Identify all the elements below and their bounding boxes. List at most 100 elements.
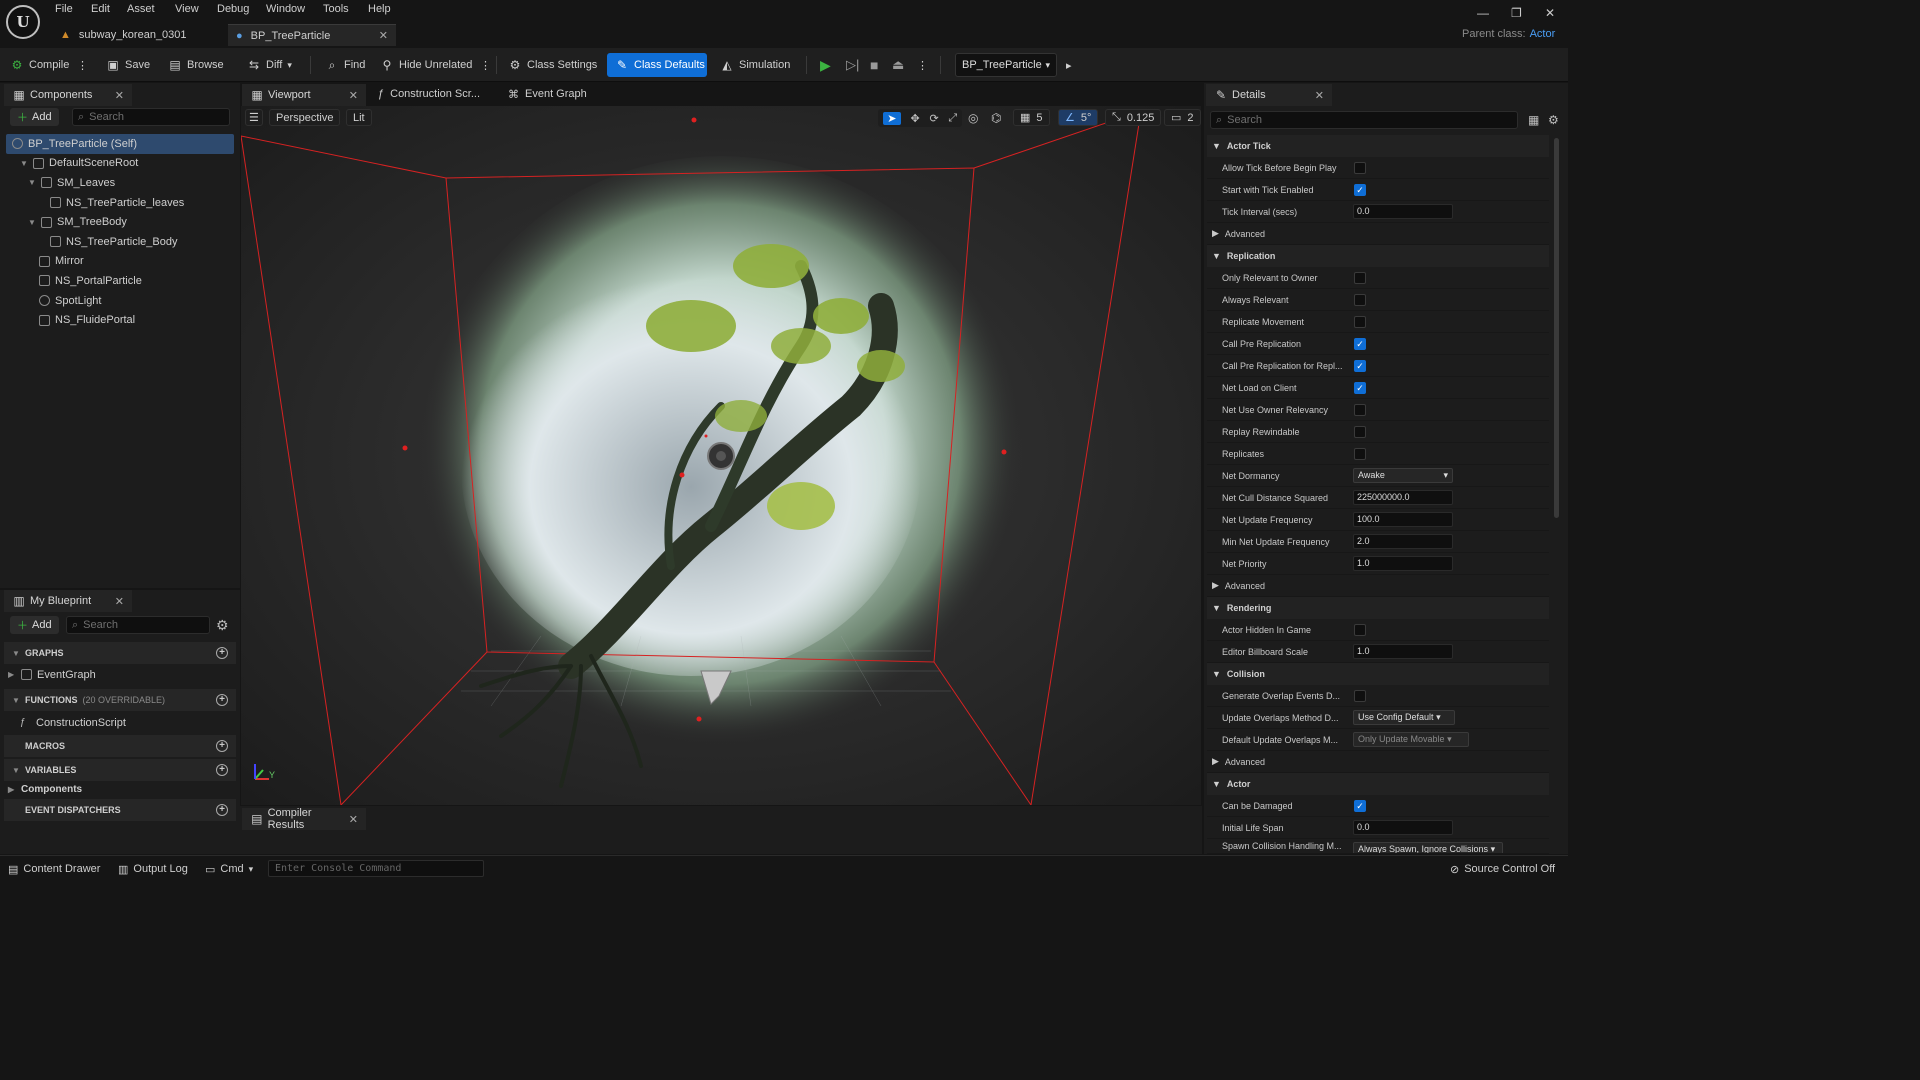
tab-viewport[interactable]: ▦ Viewport ✕ xyxy=(242,84,366,106)
table-view-icon[interactable]: ▦ xyxy=(1528,113,1539,127)
min-net-input[interactable]: 2.0 xyxy=(1353,534,1453,549)
tab-construction-script[interactable]: ƒ Construction Scr... xyxy=(378,88,480,100)
simulation-button[interactable]: ◭ Simulation xyxy=(720,56,790,74)
call-pre-repl-checkbox[interactable]: ✓ xyxy=(1354,359,1366,372)
tree-item-spotlight[interactable]: SpotLight xyxy=(6,291,234,311)
console-input[interactable]: Enter Console Command xyxy=(268,860,484,877)
close-icon[interactable]: ✕ xyxy=(379,29,388,42)
unreal-logo-icon[interactable]: U xyxy=(6,5,40,39)
add-dispatcher-icon[interactable]: + xyxy=(216,804,228,816)
perspective-button[interactable]: Perspective xyxy=(269,109,341,126)
category-actor[interactable]: ▼ Actor xyxy=(1207,773,1549,795)
source-control-button[interactable]: ⊘ Source Control Off xyxy=(1450,861,1555,877)
tab-event-graph[interactable]: ⌘ Event Graph xyxy=(508,88,587,101)
menu-window[interactable]: Window xyxy=(266,3,305,15)
section-graphs[interactable]: ▼ GRAPHS + xyxy=(4,642,236,664)
tab-compiler-results[interactable]: ▤ Compiler Results ✕ xyxy=(242,807,366,831)
item-eventgraph[interactable]: ▶ EventGraph xyxy=(8,665,96,685)
call-pre-checkbox[interactable]: ✓ xyxy=(1354,337,1366,350)
tree-item-ns-body[interactable]: NS_TreeParticle_Body xyxy=(6,232,234,252)
scale-snap-button[interactable]: ⤡ 0.125 xyxy=(1105,109,1162,126)
tree-item-sm-treebody[interactable]: ▼ SM_TreeBody xyxy=(6,212,234,232)
add-macro-icon[interactable]: + xyxy=(216,740,228,752)
hidden-checkbox[interactable] xyxy=(1354,623,1366,636)
tree-item-ns-portal[interactable]: NS_PortalParticle xyxy=(6,271,234,291)
diff-button[interactable]: ⇆ Diff ▾ xyxy=(247,56,292,74)
update-method-combo[interactable]: Use Config Default ▾ xyxy=(1353,710,1455,725)
net-priority-input[interactable]: 1.0 xyxy=(1353,556,1453,571)
debug-object-dropdown[interactable]: BP_TreeParticle ▾ xyxy=(955,53,1057,77)
section-functions[interactable]: ▼ FUNCTIONS (20 OVERRIDABLE) + xyxy=(4,689,236,711)
debug-browse-icon[interactable]: ▸ xyxy=(1066,56,1072,74)
always-relevant-checkbox[interactable] xyxy=(1354,293,1366,306)
replay-checkbox[interactable] xyxy=(1354,425,1366,438)
item-components-category[interactable]: ▶ Components xyxy=(8,780,82,800)
close-icon[interactable]: ✕ xyxy=(115,89,124,102)
browse-button[interactable]: ▤ Browse xyxy=(168,56,223,74)
can-damage-checkbox[interactable]: ✓ xyxy=(1354,799,1366,812)
section-variables[interactable]: ▼ VARIABLES + xyxy=(4,759,236,781)
tree-item-sm-leaves[interactable]: ▼ SM_Leaves xyxy=(6,173,234,193)
components-search-input[interactable]: ⌕ Search xyxy=(72,108,230,126)
compile-options-icon[interactable]: ⋮ xyxy=(77,56,88,74)
parent-class-link[interactable]: Actor xyxy=(1530,28,1556,40)
menu-edit[interactable]: Edit xyxy=(91,3,110,15)
net-owner-checkbox[interactable] xyxy=(1354,403,1366,416)
collision-advanced[interactable]: ▶ Advanced xyxy=(1207,751,1549,773)
net-update-input[interactable]: 100.0 xyxy=(1353,512,1453,527)
menu-view[interactable]: View xyxy=(175,3,199,15)
actor-tick-advanced[interactable]: ▶ Advanced xyxy=(1207,223,1549,245)
translate-tool-icon[interactable]: ✥ xyxy=(911,112,920,125)
billboard-input[interactable]: 1.0 xyxy=(1353,644,1453,659)
add-function-icon[interactable]: + xyxy=(216,694,228,706)
tick-interval-input[interactable]: 0.0 xyxy=(1353,204,1453,219)
close-icon[interactable]: ✕ xyxy=(1315,89,1324,102)
tree-item-mirror[interactable]: Mirror xyxy=(6,252,234,272)
restore-icon[interactable]: ❐ xyxy=(1511,6,1522,20)
details-scrollbar[interactable] xyxy=(1554,138,1559,518)
settings-gear-icon[interactable]: ⚙ xyxy=(216,617,229,634)
hide-unrelated-options-icon[interactable]: ⋮ xyxy=(480,56,491,74)
replicate-movement-checkbox[interactable] xyxy=(1354,315,1366,328)
menu-help[interactable]: Help xyxy=(368,3,391,15)
select-tool-icon[interactable]: ➤ xyxy=(882,111,901,125)
life-span-input[interactable]: 0.0 xyxy=(1353,820,1453,835)
category-actor-tick[interactable]: ▼ Actor Tick xyxy=(1207,135,1549,157)
tree-item-ns-fluideportal[interactable]: NS_FluidePortal xyxy=(6,310,234,330)
output-log-button[interactable]: ▥ Output Log xyxy=(118,861,188,877)
play-options-icon[interactable]: ⋮ xyxy=(917,56,928,74)
replication-advanced[interactable]: ▶ Advanced xyxy=(1207,575,1549,597)
viewport-options-button[interactable]: ☰ xyxy=(245,109,263,126)
doc-tab-blueprint[interactable]: ● BP_TreeParticle ✕ xyxy=(228,24,396,46)
tree-item-defaultsceneroot[interactable]: ▼ DefaultSceneRoot xyxy=(6,154,234,174)
net-cull-input[interactable]: 225000000.0 xyxy=(1353,490,1453,505)
grid-snap-button[interactable]: ▦ 5 xyxy=(1013,109,1050,126)
world-local-icon[interactable]: ◎ xyxy=(968,111,978,125)
surface-snap-icon[interactable]: ⌬ xyxy=(991,111,1001,125)
section-macros[interactable]: MACROS + xyxy=(4,735,236,757)
close-icon[interactable]: ✕ xyxy=(115,595,124,608)
my-blueprint-tab[interactable]: ▥ My Blueprint ✕ xyxy=(4,590,132,612)
minimize-icon[interactable]: — xyxy=(1477,6,1489,20)
category-collision[interactable]: ▼ Collision xyxy=(1207,663,1549,685)
rotate-tool-icon[interactable]: ⟳ xyxy=(929,112,938,125)
my-blueprint-search-input[interactable]: ⌕ Search xyxy=(66,616,210,634)
category-rendering[interactable]: ▼ Rendering xyxy=(1207,597,1549,619)
tree-item-ns-leaves[interactable]: NS_TreeParticle_leaves xyxy=(6,193,234,213)
tree-item-self[interactable]: BP_TreeParticle (Self) xyxy=(6,134,234,154)
menu-debug[interactable]: Debug xyxy=(217,3,249,15)
scale-tool-icon[interactable]: ⤢ xyxy=(948,112,957,125)
menu-asset[interactable]: Asset xyxy=(127,3,155,15)
only-relevant-checkbox[interactable] xyxy=(1354,271,1366,284)
actor-pivot-icon[interactable] xyxy=(707,442,735,470)
spawn-collision-combo[interactable]: Always Spawn, Ignore Collisions ▾ xyxy=(1353,842,1503,853)
net-load-checkbox[interactable]: ✓ xyxy=(1354,381,1366,394)
view-mode-button[interactable]: Lit xyxy=(346,109,372,126)
viewport-canvas[interactable]: Y xyxy=(241,106,1201,805)
replicates-checkbox[interactable] xyxy=(1354,447,1366,460)
stop-icon[interactable]: ■ xyxy=(870,56,878,74)
tab-details[interactable]: ✎ Details ✕ xyxy=(1206,84,1332,106)
camera-speed-button[interactable]: ▭ 2 xyxy=(1164,109,1201,126)
allow-tick-checkbox[interactable] xyxy=(1354,161,1366,174)
cmd-dropdown[interactable]: ▭ Cmd ▾ xyxy=(205,861,253,877)
